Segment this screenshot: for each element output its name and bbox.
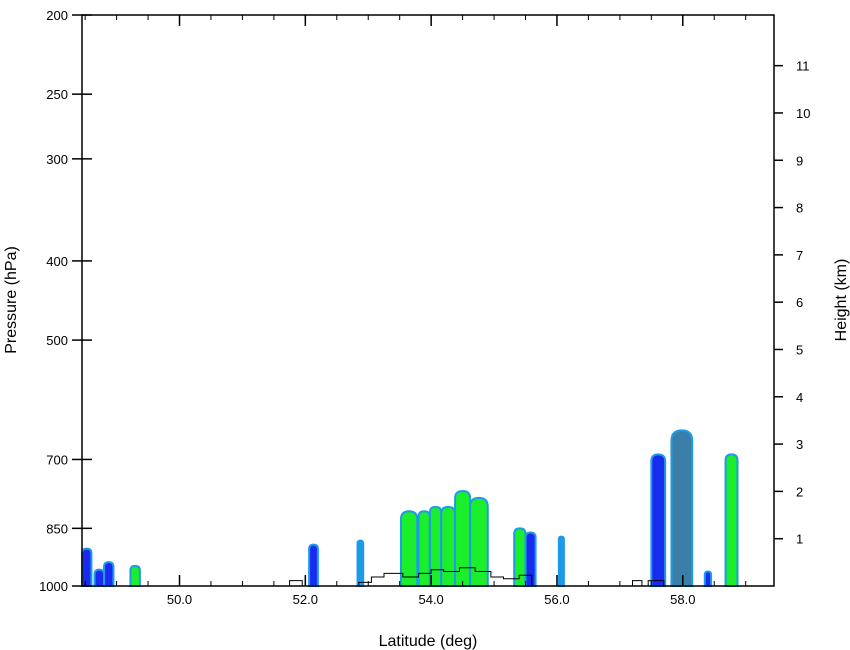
x-tick-label: 58.0 <box>670 592 695 607</box>
cross-section-chart: 50.0 52.0 54.0 56.0 58.0 1000 850 700 500 400 300 2… <box>3 8 850 650</box>
right-axis-title: Height (km) <box>833 259 850 342</box>
y-tick-label: 850 <box>46 521 68 536</box>
y-tick-label: 700 <box>46 452 68 467</box>
y-tick-label: 300 <box>46 152 68 167</box>
cloud-column-9 <box>428 505 443 587</box>
y2-tick-label: 3 <box>796 437 803 452</box>
cloud-column-5 <box>308 543 319 587</box>
y2-tick-label: 11 <box>796 59 810 74</box>
y-tick-label: 400 <box>46 254 68 269</box>
y-tick-label: 1000 <box>39 579 68 594</box>
cloud-column-17 <box>670 429 694 587</box>
y2-tick-label: 10 <box>796 106 810 121</box>
x-axis-title: Latitude (deg) <box>379 633 478 650</box>
y2-tick-label: 8 <box>796 201 803 216</box>
y-tick-label: 250 <box>46 87 68 102</box>
cloud-column-18 <box>703 570 713 587</box>
x-tick-label: 50.0 <box>167 592 192 607</box>
cloud-column-16 <box>650 453 667 587</box>
y2-tick-label: 9 <box>796 153 803 168</box>
plot-frame <box>81 14 775 587</box>
cloud-column-4 <box>129 564 141 587</box>
y-tick-label: 500 <box>46 333 68 348</box>
cloud-column-12 <box>469 496 489 587</box>
cloud-column-19 <box>724 453 739 587</box>
cloud-column-2 <box>93 568 106 587</box>
cloud-column-6 <box>356 539 365 587</box>
y2-tick-label: 2 <box>796 484 803 499</box>
cloud-column-10 <box>440 505 457 587</box>
y2-tick-label: 5 <box>796 342 803 357</box>
x-tick-label: 56.0 <box>544 592 569 607</box>
y2-tick-label: 7 <box>796 248 803 263</box>
cloud-column-3 <box>103 561 115 587</box>
y-tick-label: 200 <box>46 8 68 23</box>
y2-tick-label: 6 <box>796 295 803 310</box>
y2-tick-label: 1 <box>796 532 803 547</box>
cloud-column-14 <box>524 531 537 587</box>
cloud-contours <box>81 429 739 587</box>
cloud-column-7 <box>399 510 419 587</box>
cloud-column-8 <box>417 510 431 587</box>
x-tick-label: 52.0 <box>293 592 318 607</box>
cloud-column-15 <box>557 535 565 587</box>
y2-tick-label: 4 <box>796 390 803 405</box>
cloud-column-13 <box>513 527 527 587</box>
x-tick-label: 54.0 <box>418 592 443 607</box>
y-axis-title: Pressure (hPa) <box>3 246 20 354</box>
cloud-column-1 <box>81 547 93 587</box>
